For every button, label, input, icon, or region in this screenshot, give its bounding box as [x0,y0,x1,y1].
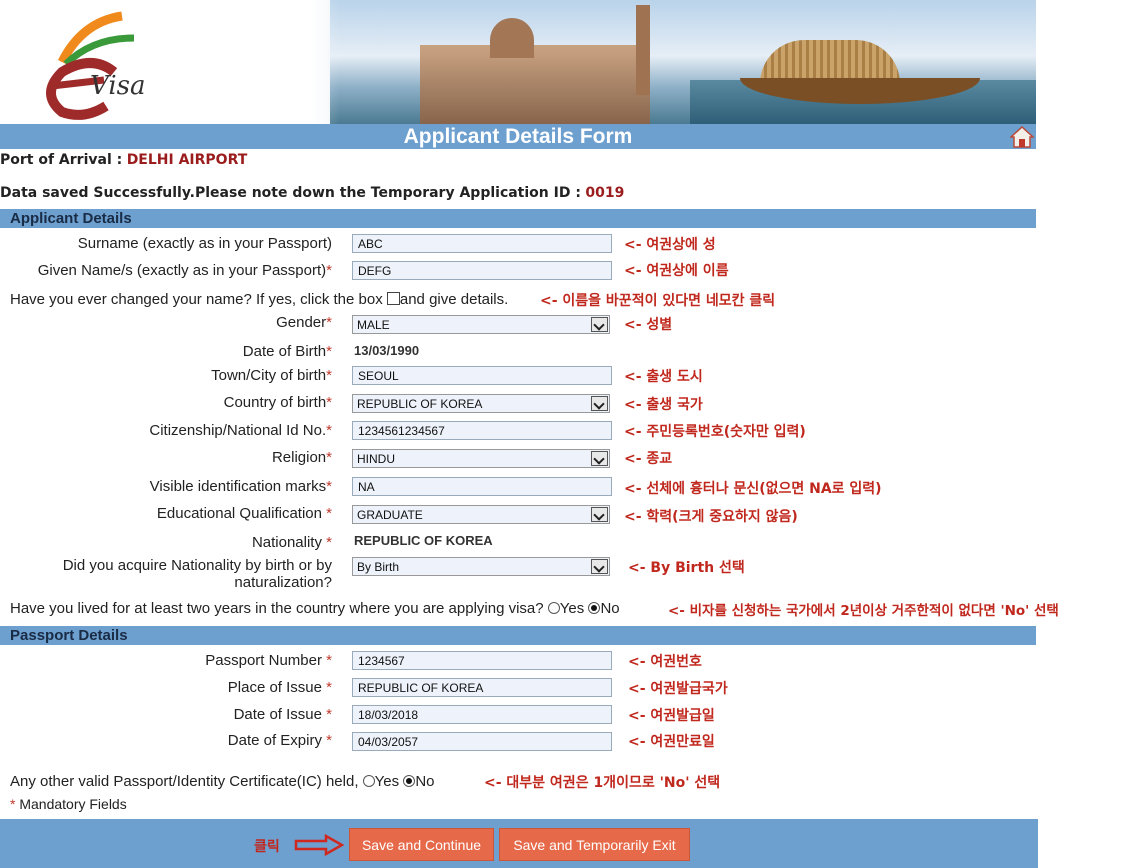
port-label: Port of Arrival : [0,152,123,168]
expiry-input[interactable]: 04/03/2057 [352,732,612,751]
surname-input[interactable]: ABC [352,234,612,253]
marks-input[interactable]: NA [352,477,612,496]
name-change-label: Have you ever changed your name? If yes,… [10,291,383,308]
national-id-input[interactable]: 1234561234567 [352,421,612,440]
passport-number-note: <- 여권번호 [628,654,702,670]
gender-select[interactable]: MALE [352,315,610,334]
surname-note: <- 여권상에 성 [624,237,716,253]
page-title: Applicant Details Form [403,125,633,148]
surname-label: Surname (exactly as in your Passport) [77,235,332,252]
place-issue-input[interactable]: REPUBLIC OF KOREA [352,678,612,697]
town-input[interactable]: SEOUL [352,366,612,385]
arrow-right-icon [294,834,344,856]
place-issue-note: <- 여권발급국가 [628,681,728,697]
place-issue-label: Place of Issue * [227,679,332,696]
other-passport-note: <- 대부분 여권은 1개이므로 'No' 선택 [484,775,721,791]
given-name-label: Given Name/s (exactly as in your Passpor… [37,262,332,279]
gender-label: Gender* [276,314,332,331]
dob-value: 13/03/1990 [354,343,420,358]
passport-number-input[interactable]: 1234567 [352,651,612,670]
nationality-value: REPUBLIC OF KOREA [354,533,493,548]
lived-row: Have you lived for at least two years in… [10,600,620,617]
education-note: <- 학력(크게 중요하지 않음) [624,509,798,525]
acquire-label: Did you acquire Nationality by birth or … [62,557,332,591]
gender-note: <- 성별 [624,317,673,333]
national-id-label: Citizenship/National Id No.* [149,422,332,439]
issue-date-note: <- 여권발급일 [628,708,715,724]
country-birth-label: Country of birth* [223,394,332,411]
town-note: <- 출생 도시 [624,369,703,385]
religion-label: Religion* [271,449,332,466]
lived-no-label: No [600,600,620,617]
name-change-checkbox[interactable] [386,292,400,305]
title-bar: Applicant Details Form [0,124,1036,149]
other-passport-label: Any other valid Passport/Identity Certif… [10,773,359,790]
education-select[interactable]: GRADUATE [352,505,610,524]
dob-label: Date of Birth* [242,343,332,360]
passport-section-header: Passport Details [0,626,1036,645]
marks-note: <- 선체에 흉터나 문신(없으면 NA로 입력) [624,481,882,497]
save-exit-button[interactable]: Save and Temporarily Exit [499,828,690,861]
save-continue-button[interactable]: Save and Continue [349,828,494,861]
chevron-down-icon [591,317,608,332]
name-change-note: <- 이름을 바꾼적이 있다면 네모칸 클릭 [540,293,776,309]
chevron-down-icon [591,559,608,574]
lived-yes-label: Yes [559,600,585,617]
header-banner: Visa [0,0,1036,124]
chevron-down-icon [591,507,608,522]
saved-message: Data saved Successfully.Please note down… [0,185,624,201]
lived-yes-radio[interactable] [547,602,560,614]
chevron-down-icon [591,451,608,466]
acquire-note: <- By Birth 선택 [628,560,745,576]
given-name-note: <- 여권상에 이름 [624,263,729,279]
national-id-note: <- 주민등록번호(숫자만 입력) [624,424,806,440]
expiry-note: <- 여권만료일 [628,734,715,750]
name-change-after: and give details. [399,291,509,308]
nationality-label: Nationality * [251,534,332,551]
applicant-section-header: Applicant Details [0,209,1036,228]
mandatory-note: * Mandatory Fields [10,796,127,812]
marks-label: Visible identification marks* [149,478,332,495]
lived-no-radio[interactable] [588,602,601,614]
education-label: Educational Qualification * [156,505,332,522]
issue-date-input[interactable]: 18/03/2018 [352,705,612,724]
lived-note: <- 비자를 신청하는 국가에서 2년이상 거주한적이 없다면 'No' 선택 [668,603,1059,619]
other-no-label: No [415,773,435,790]
issue-date-label: Date of Issue * [233,706,332,723]
other-passport-row: Any other valid Passport/Identity Certif… [10,773,435,790]
chevron-down-icon [591,396,608,411]
expiry-label: Date of Expiry * [227,732,332,749]
name-change-row: Have you ever changed your name? If yes,… [10,291,508,308]
logo-text: Visa [90,71,145,101]
temp-application-id: 0019 [585,185,625,201]
religion-note: <- 종교 [624,451,673,467]
saved-message-text: Data saved Successfully.Please note down… [0,185,581,201]
religion-select[interactable]: HINDU [352,449,610,468]
home-icon[interactable] [1010,126,1034,148]
country-birth-note: <- 출생 국가 [624,397,703,413]
click-note: 클릭 [254,839,280,855]
evisa-logo-icon: Visa [46,11,145,120]
other-no-radio[interactable] [403,775,416,787]
acquire-select[interactable]: By Birth [352,557,610,576]
other-yes-radio[interactable] [362,775,375,787]
given-name-input[interactable]: DEFG [352,261,612,280]
town-label: Town/City of birth* [211,367,332,384]
passport-number-label: Passport Number * [205,652,332,669]
other-yes-label: Yes [374,773,400,790]
port-value: DELHI AIRPORT [126,152,248,168]
country-birth-select[interactable]: REPUBLIC OF KOREA [352,394,610,413]
port-of-arrival: Port of Arrival : DELHI AIRPORT [0,152,247,168]
lived-label: Have you lived for at least two years in… [10,600,544,617]
